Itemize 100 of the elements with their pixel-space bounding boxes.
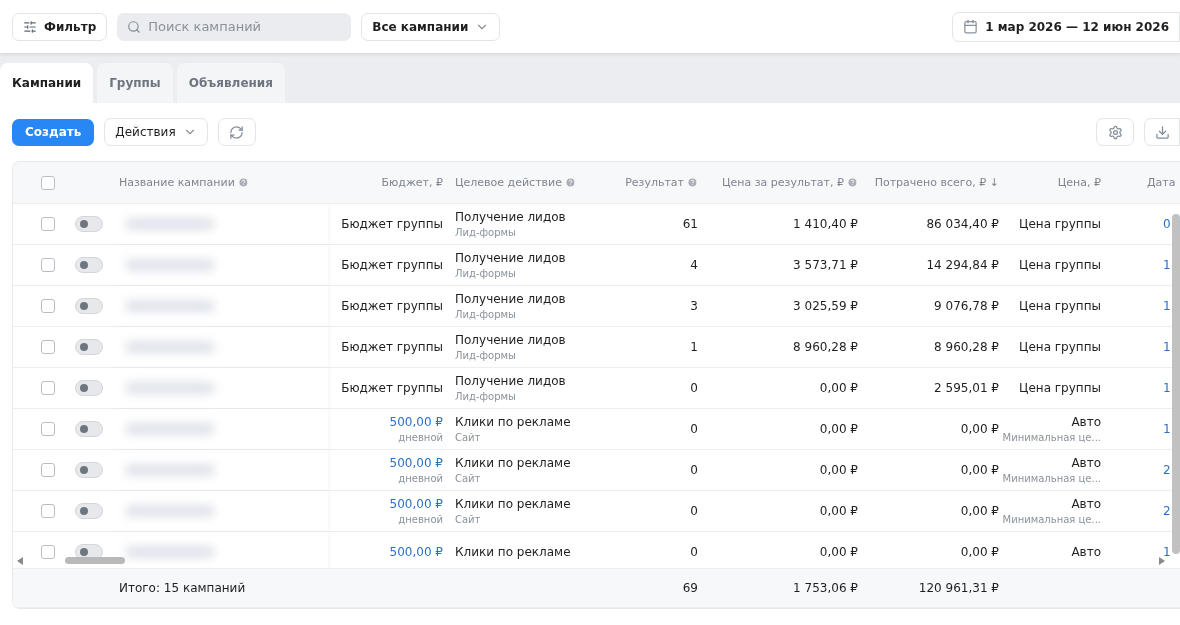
date-link[interactable]: 2 [1163,463,1171,477]
table-cell: Цена группы [1019,299,1101,313]
refresh-button[interactable] [217,118,256,146]
column-header[interactable]: Дата [1147,176,1176,189]
date-link[interactable]: 2 [1163,504,1171,518]
table-cell: 2 595,01 ₽ [934,381,999,395]
table-cell: Цена группы [1019,258,1101,272]
column-header[interactable]: Цена, ₽ [1057,176,1101,189]
table-cell: 0,00 ₽ [960,504,999,518]
table-cell: Авто [1071,456,1101,470]
date-link[interactable]: 1 [1163,422,1171,436]
status-toggle[interactable] [75,421,103,437]
budget-note: дневной [398,473,443,484]
column-header[interactable]: Потрачено всего, ₽ ↓ [874,176,999,189]
budget-link[interactable]: 500,00 ₽ [389,545,443,559]
column-header[interactable]: Целевое действие [455,176,576,189]
goal-note: Лид-формы [455,309,516,320]
settings-button[interactable] [1096,118,1134,146]
tab[interactable]: Кампании [0,63,94,103]
column-header[interactable]: Название кампании [119,176,249,189]
row-checkbox[interactable] [41,217,55,231]
table-cell: 0 [690,545,698,559]
date-range-picker[interactable]: 1 мар 2026 — 12 июн 2026 [952,11,1180,42]
price-note: Минимальная це... [1002,514,1101,525]
goal-note: Сайт [455,514,481,525]
date-link[interactable]: 1 [1163,381,1171,395]
scrollbar-thumb[interactable] [1172,214,1180,554]
help-icon[interactable] [687,177,698,188]
filter-button[interactable]: Фильтр [12,12,108,41]
table-cell: 3 573,71 ₽ [793,258,858,272]
table-cell: Цена группы [1019,217,1101,231]
status-toggle[interactable] [75,462,103,478]
status-toggle[interactable] [75,380,103,396]
date-link[interactable]: 1 [1163,258,1171,272]
table-cell: 0,00 ₽ [819,545,858,559]
table-cell: Цена группы [1019,381,1101,395]
goal-note: Сайт [455,432,481,443]
row-checkbox[interactable] [41,299,55,313]
status-toggle[interactable] [75,257,103,273]
filter-icon [23,19,37,34]
status-toggle[interactable] [75,298,103,314]
row-checkbox[interactable] [41,258,55,272]
table-cell: 0,00 ₽ [960,463,999,477]
total-cell: 120 961,31 ₽ [918,581,999,595]
search-icon [127,19,142,34]
scroll-left-icon[interactable] [17,557,23,565]
budget-link[interactable]: 500,00 ₽ [389,497,443,511]
scrollbar-thumb[interactable] [65,557,125,564]
table-cell: 0 [690,504,698,518]
download-button[interactable] [1144,118,1180,146]
campaign-filter-dropdown[interactable]: Все кампании [361,12,501,41]
row-checkbox[interactable] [41,422,55,436]
table-cell: Авто [1071,497,1101,511]
tab[interactable]: Объявления [176,63,285,103]
actions-dropdown[interactable]: Действия [104,118,208,146]
table-cell: Получение лидов [455,374,566,388]
table-cell: 0,00 ₽ [819,422,858,436]
budget-note: дневной [398,514,443,525]
row-checkbox[interactable] [41,381,55,395]
table-cell: 14 294,84 ₽ [926,258,999,272]
budget-link[interactable]: 500,00 ₽ [389,456,443,470]
row-checkbox[interactable] [41,463,55,477]
table-cell: 8 960,28 ₽ [793,340,858,354]
column-header[interactable]: Результат [625,176,698,189]
table-cell: Бюджет группы [341,299,443,313]
date-link[interactable]: 1 [1163,340,1171,354]
download-icon [1154,124,1170,140]
goal-note: Лид-формы [455,268,516,279]
create-button[interactable]: Создать [12,118,95,146]
search-field[interactable]: Поиск кампаний [117,12,352,41]
status-toggle[interactable] [75,503,103,519]
select-all-checkbox[interactable] [41,175,55,190]
tab[interactable]: Группы [97,63,173,103]
budget-link[interactable]: 500,00 ₽ [389,415,443,429]
help-icon[interactable] [237,177,249,188]
column-header[interactable]: Бюджет, ₽ [381,176,443,189]
column-header[interactable]: Цена за результат, ₽ [722,176,858,189]
row-checkbox[interactable] [41,504,55,518]
status-toggle[interactable] [75,216,103,232]
refresh-icon [229,124,245,140]
table-cell: Клики по рекламе [455,456,571,470]
row-checkbox[interactable] [41,340,55,354]
date-link[interactable]: 1 [1163,299,1171,313]
help-icon[interactable] [564,177,576,188]
date-link[interactable]: 1 [1163,545,1171,559]
table-cell: Бюджет группы [341,217,443,231]
table-cell: Бюджет группы [341,258,443,272]
price-note: Минимальная це... [1002,432,1101,443]
table-cell: 0 [690,422,698,436]
help-icon[interactable] [847,177,858,188]
table-cell: Получение лидов [455,210,566,224]
date-link[interactable]: 0 [1163,217,1171,231]
total-count: Итого: 15 кампаний [119,581,246,595]
table-cell: 3 025,59 ₽ [793,299,858,313]
table-cell: 86 034,40 ₽ [926,217,999,231]
scroll-right-icon[interactable] [1159,557,1165,565]
row-checkbox[interactable] [41,545,55,559]
table-cell: 0,00 ₽ [819,381,858,395]
status-toggle[interactable] [75,339,103,355]
table-cell: 8 960,28 ₽ [934,340,999,354]
